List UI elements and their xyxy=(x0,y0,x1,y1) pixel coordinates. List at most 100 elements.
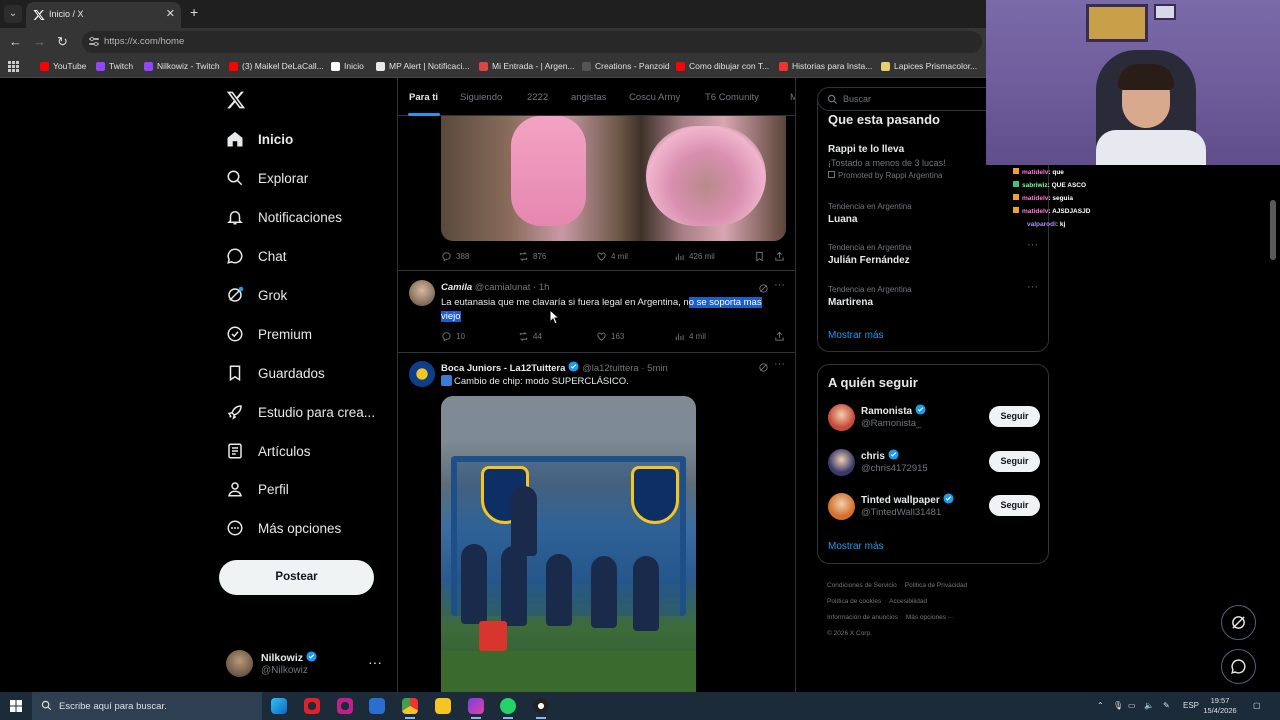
tab-close-icon[interactable]: ✕ xyxy=(166,7,175,20)
apps-grid-icon[interactable] xyxy=(8,61,19,72)
repost-button[interactable]: 44 xyxy=(518,331,542,342)
nav-mas-opciones[interactable]: Más opciones xyxy=(226,516,341,540)
tweet-media-image[interactable] xyxy=(441,396,696,692)
show-more-link[interactable]: Mostrar más xyxy=(828,541,884,552)
taskbar-clock[interactable]: 19:57 15/4/2026 xyxy=(1200,696,1240,716)
tab-para-ti[interactable]: Para ti xyxy=(409,92,438,103)
follow-suggestion[interactable]: Tinted wallpaper @TintedWall31481 Seguir xyxy=(828,492,1040,524)
more-icon[interactable]: ··· xyxy=(1027,281,1038,293)
account-switcher[interactable]: Nilkowiz @Nilkowiz ··· xyxy=(226,648,386,678)
bookmark-mp-alert[interactable]: MP Alert | Notificaci... xyxy=(376,61,469,71)
views-button[interactable]: 426 mil xyxy=(674,251,715,262)
bookmark-twitch[interactable]: Twitch xyxy=(96,61,133,71)
streaming-app-icon[interactable] xyxy=(468,698,484,719)
trend-item[interactable]: Tendencia en Argentina Luana xyxy=(828,202,1040,225)
avatar[interactable] xyxy=(409,361,435,387)
follow-button[interactable]: Seguir xyxy=(989,495,1040,516)
tab-search-button[interactable]: ⌄ xyxy=(4,5,22,23)
nav-notificaciones[interactable]: Notificaciones xyxy=(226,205,342,229)
footer-link[interactable]: Política de cookies xyxy=(827,598,881,605)
bookmark-panzoid[interactable]: Creations - Panzoid xyxy=(582,61,670,71)
new-tab-icon[interactable]: + xyxy=(190,4,198,20)
microphone-icon[interactable]: 🎙 xyxy=(1113,701,1123,710)
share-button[interactable] xyxy=(774,331,785,342)
forward-arrow-icon[interactable]: → xyxy=(33,35,46,49)
avatar[interactable] xyxy=(409,280,435,306)
notification-icon[interactable]: ▢ xyxy=(1253,701,1261,710)
x-logo-icon[interactable] xyxy=(226,90,246,110)
footer-link[interactable]: Condiciones de Servicio xyxy=(827,582,897,589)
bookmark-como-dibujar[interactable]: Como dibujar con T... xyxy=(676,61,769,71)
store-icon[interactable] xyxy=(369,698,385,714)
grok-icon[interactable] xyxy=(758,283,769,294)
footer-link[interactable]: Información de anuncios xyxy=(827,614,898,621)
avatar[interactable] xyxy=(828,404,855,431)
footer-link[interactable]: Accesibilidad xyxy=(889,598,927,605)
tweet-time[interactable]: · 1h xyxy=(533,282,549,293)
nav-perfil[interactable]: Perfil xyxy=(226,477,289,501)
file-explorer-icon[interactable] xyxy=(435,698,451,714)
bookmark-nilkowiz-twitch[interactable]: Nilkowiz - Twitch xyxy=(144,61,220,71)
windows-start-icon[interactable] xyxy=(10,700,22,712)
tab-siguiendo[interactable]: Siguiendo xyxy=(460,92,502,103)
back-arrow-icon[interactable]: ← xyxy=(9,35,22,49)
follow-button[interactable]: Seguir xyxy=(989,451,1040,472)
tab-angistas[interactable]: angistas xyxy=(571,92,606,103)
grok-icon[interactable] xyxy=(758,362,769,373)
opera-icon[interactable] xyxy=(304,698,320,714)
more-icon[interactable]: ··· xyxy=(774,279,785,291)
reload-icon[interactable]: ↻ xyxy=(57,35,68,49)
tab-coscu-army[interactable]: Coscu Army xyxy=(629,92,680,103)
follow-button[interactable]: Seguir xyxy=(989,406,1040,427)
page-scrollbar[interactable] xyxy=(1270,200,1276,260)
taskbar-search[interactable]: Escribe aquí para buscar. xyxy=(32,692,262,720)
tweet-author-name[interactable]: Boca Juniors - La12Tuittera xyxy=(441,363,565,374)
language-indicator[interactable]: ESP xyxy=(1183,701,1199,710)
whatsapp-icon[interactable] xyxy=(500,698,516,719)
reply-button[interactable]: 388 xyxy=(441,251,469,262)
edge-icon[interactable] xyxy=(271,698,287,714)
avatar[interactable] xyxy=(828,449,855,476)
tab-2222[interactable]: 2222 xyxy=(527,92,548,103)
bookmark-lapices[interactable]: Lapices Prismacolor... xyxy=(881,61,977,71)
tweet-camila[interactable]: Camila @camialunat · 1h ··· La eutanasia… xyxy=(398,270,795,352)
follow-suggestion[interactable]: Ramonista @Ramonista_ Seguir xyxy=(828,403,1040,435)
bookmark-youtube[interactable]: YouTube xyxy=(40,61,86,71)
opera-gx-icon[interactable] xyxy=(337,698,353,714)
nav-chat[interactable]: Chat xyxy=(226,244,287,268)
bookmark-inicio[interactable]: Inicio xyxy=(331,61,364,71)
chrome-icon[interactable] xyxy=(402,698,418,719)
site-info-icon[interactable] xyxy=(88,36,100,48)
share-button[interactable] xyxy=(774,251,785,262)
more-icon[interactable]: ··· xyxy=(1027,239,1038,251)
nav-guardados[interactable]: Guardados xyxy=(226,361,325,385)
bookmark-mi-entrada[interactable]: Mi Entrada - | Argen... xyxy=(479,61,575,71)
nav-inicio[interactable]: Inicio xyxy=(226,127,293,151)
bookmark-button[interactable] xyxy=(754,251,765,262)
nav-articulos[interactable]: Artículos xyxy=(226,439,311,463)
reply-button[interactable]: 10 xyxy=(441,331,465,342)
nav-estudio[interactable]: Estudio para crea... xyxy=(226,400,375,424)
bookmark-historias[interactable]: Historias para Insta... xyxy=(779,61,872,71)
post-button[interactable]: Postear xyxy=(219,560,374,595)
like-button[interactable]: 163 xyxy=(596,331,624,342)
tweet-media-image[interactable] xyxy=(441,116,786,241)
pen-icon[interactable]: ✎ xyxy=(1163,701,1170,710)
views-button[interactable]: 4 mil xyxy=(674,331,706,342)
show-more-link[interactable]: Mostrar más xyxy=(828,330,884,341)
volume-icon[interactable]: 🔈 xyxy=(1144,701,1154,710)
tweet-author-handle[interactable]: @camialunat xyxy=(475,282,531,293)
tray-chevron-icon[interactable]: ⌃ xyxy=(1097,701,1104,710)
footer-link[interactable]: Más opciones ··· xyxy=(906,614,954,621)
tweet-author-handle[interactable]: @la12tuittera xyxy=(582,363,639,374)
tweet-time[interactable]: · 5min xyxy=(641,363,667,374)
repost-button[interactable]: 876 xyxy=(518,251,546,262)
browser-tab[interactable]: Inicio / X ✕ xyxy=(26,2,181,28)
obs-icon[interactable] xyxy=(533,698,549,719)
trend-item[interactable]: Tendencia en Argentina Martirena ··· xyxy=(828,281,1040,308)
nav-explorar[interactable]: Explorar xyxy=(226,166,308,190)
messages-float-button[interactable] xyxy=(1221,649,1256,684)
footer-link[interactable]: Política de Privacidad xyxy=(905,582,968,589)
more-icon[interactable]: ··· xyxy=(774,358,785,370)
tweet-author-name[interactable]: Camila xyxy=(441,282,472,293)
